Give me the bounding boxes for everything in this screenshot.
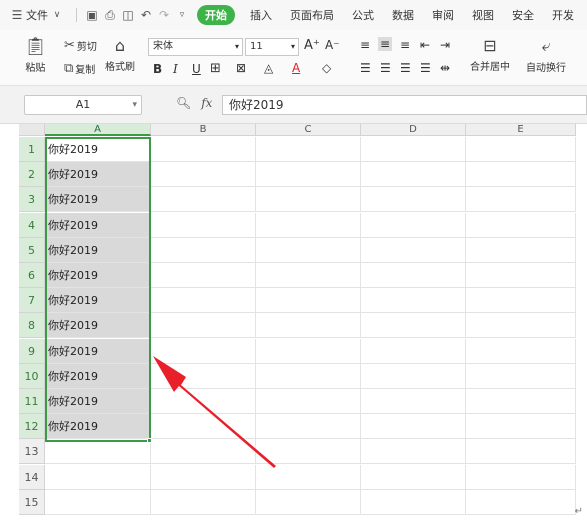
annotation-arrow	[153, 356, 276, 468]
spreadsheet-app: ☰ 文件 ∨ ▣ ⎙ ◫ ↶ ↷ ▿ 开始 插入 页面布局 公式 数据 审阅 视…	[0, 0, 587, 523]
resize-corner-icon: ↵	[574, 506, 583, 517]
arrow-shape	[153, 356, 276, 468]
